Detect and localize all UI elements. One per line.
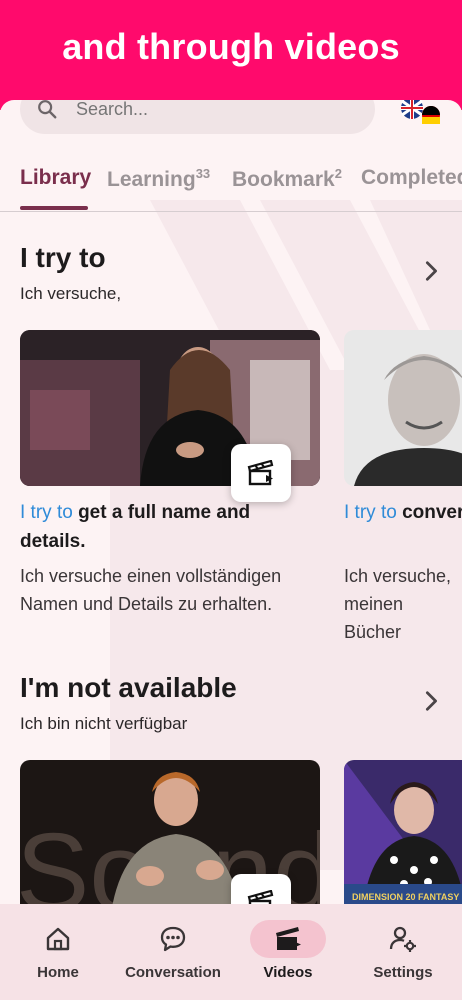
tab-learning[interactable]: Learning33	[107, 166, 210, 192]
tab-label: Learning	[107, 168, 196, 191]
video-thumbnail[interactable]	[344, 330, 462, 486]
card-title[interactable]: I try to convert my books,	[344, 498, 462, 527]
tab-label: Bookmark	[232, 168, 335, 191]
highlight-phrase: I try to	[344, 502, 397, 523]
clapperboard-icon	[247, 460, 274, 486]
search-input[interactable]	[76, 100, 356, 122]
chevron-right-icon[interactable]	[420, 260, 442, 282]
section-subtitle: Ich versuche,	[20, 284, 122, 303]
section-subtitle: Ich bin nicht verfügbar	[20, 714, 188, 733]
svg-text:DIMENSION 20 FANTASY HIGH: DIMENSION 20 FANTASY HIGH	[352, 892, 462, 902]
search-icon	[38, 100, 57, 119]
nav-videos[interactable]: Videos	[238, 904, 338, 1000]
nav-label: Home	[37, 964, 79, 981]
home-icon	[46, 927, 70, 951]
video-badge[interactable]	[231, 444, 291, 502]
user-gear-icon	[389, 926, 416, 952]
card-title-text: convert my books,	[402, 502, 462, 523]
banner-title: and through videos	[62, 26, 400, 67]
tab-count-badge: 2	[334, 166, 342, 181]
language-flag-icon[interactable]	[400, 100, 442, 126]
section-title: I'm not available	[20, 672, 237, 703]
video-thumbnail[interactable]: DIMENSION 20 FANTASY HIGH	[344, 760, 462, 920]
nav-conversation[interactable]: Conversation	[118, 904, 228, 1000]
show-thumbnail-image: DIMENSION 20 FANTASY HIGH	[344, 760, 462, 920]
chevron-right-icon[interactable]	[420, 690, 442, 712]
nav-label: Settings	[373, 964, 433, 981]
nav-home[interactable]: Home	[8, 904, 108, 1000]
tab-completed[interactable]: Completed	[361, 166, 462, 190]
app-screen: Library Learning33 Bookmark2 Completed I…	[0, 100, 462, 1000]
nav-label: Conversation	[125, 964, 221, 981]
section-title: I try to	[20, 242, 106, 273]
tab-count-badge: 33	[195, 166, 211, 181]
nav-settings[interactable]: Settings	[352, 904, 454, 1000]
highlight-phrase: I try to	[20, 502, 73, 523]
card-translation: Ich versuche, meinen Bücher	[344, 566, 452, 642]
chat-icon	[160, 926, 186, 952]
clapperboard-icon	[276, 927, 301, 950]
tab-library[interactable]: Library	[20, 166, 91, 190]
card-title[interactable]: I try to get a full name and details.	[20, 498, 310, 556]
promo-banner: and through videos	[0, 0, 462, 110]
search-bar[interactable]	[20, 100, 375, 134]
tab-label: Library	[20, 166, 92, 189]
tab-bar: Library Learning33 Bookmark2 Completed	[0, 160, 462, 212]
bottom-navigation: Home Conversation Videos Settings	[0, 904, 462, 1000]
speaker-thumbnail-image	[344, 330, 462, 486]
tab-label: Completed	[361, 166, 462, 189]
nav-label: Videos	[263, 964, 313, 981]
card-translation: Ich versuche einen vollständigen Namen u…	[20, 566, 282, 614]
tab-bookmark[interactable]: Bookmark2	[232, 166, 342, 192]
active-tab-indicator	[20, 206, 88, 210]
